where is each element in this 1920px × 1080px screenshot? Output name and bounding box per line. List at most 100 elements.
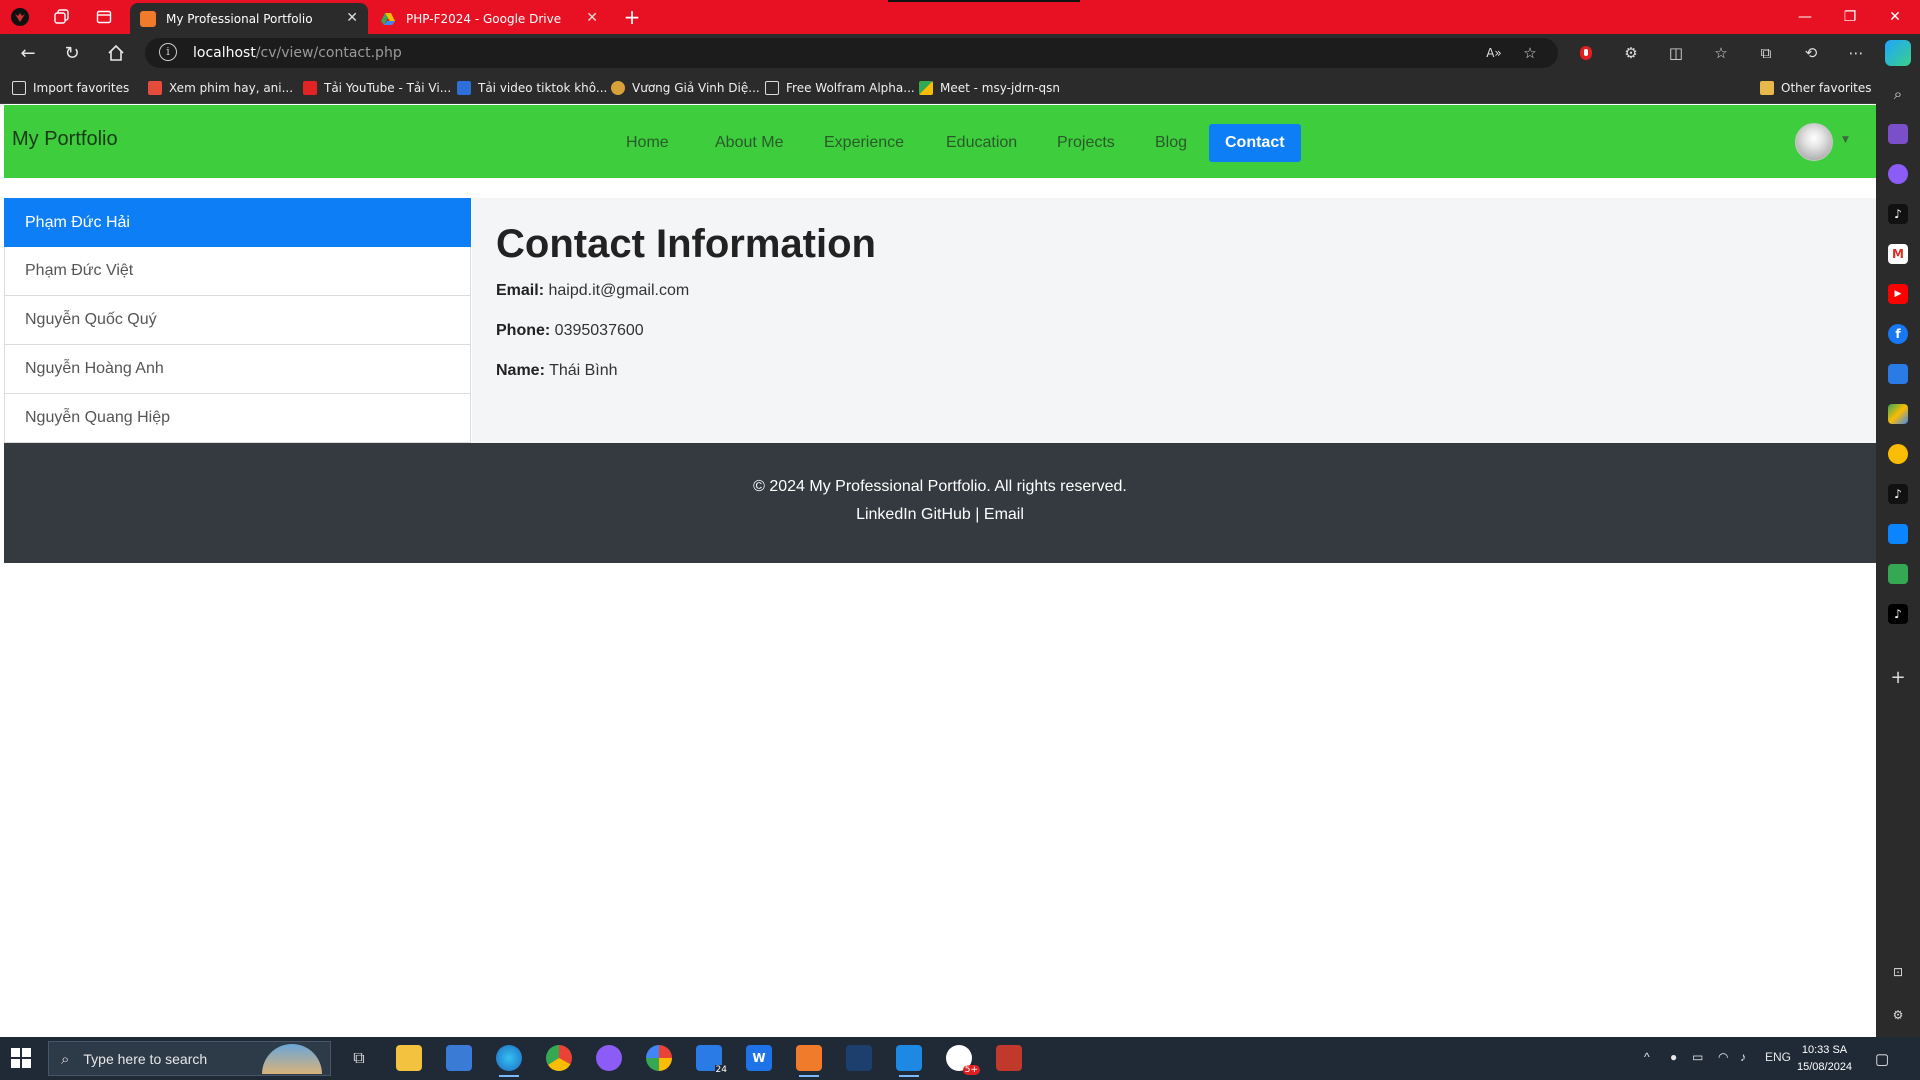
list-item[interactable]: Phạm Đức Việt xyxy=(4,247,471,296)
vscode-icon[interactable] xyxy=(896,1045,922,1077)
volume-icon[interactable]: ♪ xyxy=(1740,1050,1746,1064)
app-red-icon[interactable] xyxy=(996,1045,1022,1071)
windows-start-icon[interactable] xyxy=(10,1047,34,1071)
app-w-icon[interactable]: W xyxy=(746,1045,772,1071)
search-icon[interactable]: ⌕ xyxy=(1888,84,1908,104)
favorite-xem-phim[interactable]: Xem phim hay, ani... xyxy=(148,79,293,97)
taskbar-search-input[interactable]: ⌕ Type here to search xyxy=(48,1041,331,1076)
new-tab-icon[interactable]: + xyxy=(620,5,644,29)
close-tab-icon[interactable]: ✕ xyxy=(586,10,598,26)
people-list: Phạm Đức Hải Phạm Đức Việt Nguyễn Quốc Q… xyxy=(4,198,471,443)
battery-icon[interactable]: ▭ xyxy=(1692,1050,1703,1064)
avatar[interactable] xyxy=(1795,123,1833,161)
restore-icon[interactable]: ❐ xyxy=(1830,4,1870,30)
url-text[interactable]: localhost/cv/view/contact.php xyxy=(193,45,402,61)
chevron-down-icon[interactable]: ▼ xyxy=(1842,135,1849,145)
footer-link-email[interactable]: Email xyxy=(984,506,1024,523)
back-icon[interactable]: ← xyxy=(14,40,42,66)
youtube-icon[interactable]: ▶ xyxy=(1888,284,1908,304)
nav-projects[interactable]: Projects xyxy=(1041,124,1131,162)
favorites-bar: Import favorites Xem phim hay, ani... Tả… xyxy=(0,72,1920,104)
close-tab-icon[interactable]: ✕ xyxy=(346,10,358,26)
close-window-icon[interactable]: ✕ xyxy=(1875,4,1915,30)
other-favorites-folder[interactable]: Other favorites xyxy=(1760,79,1872,97)
tab-google-drive[interactable]: PHP-F2024 - Google Drive ✕ xyxy=(370,3,608,34)
site-footer: © 2024 My Professional Portfolio. All ri… xyxy=(4,443,1876,563)
extension-red-icon[interactable] xyxy=(1575,42,1597,64)
favorite-import-favorites[interactable]: Import favorites xyxy=(12,79,129,97)
site-info-icon[interactable]: i xyxy=(159,43,177,61)
tab-actions-icon[interactable] xyxy=(92,5,116,29)
mail-icon[interactable] xyxy=(1888,524,1908,544)
workspaces-icon[interactable] xyxy=(50,5,74,29)
microphone-icon[interactable]: ● xyxy=(1670,1050,1677,1064)
xampp-icon[interactable] xyxy=(796,1045,822,1077)
extensions-icon[interactable]: ⚙ xyxy=(1620,42,1642,64)
list-item[interactable]: Nguyễn Hoàng Anh xyxy=(4,345,471,394)
tiktok-icon[interactable]: ♪ xyxy=(1888,604,1908,624)
minimize-icon[interactable]: — xyxy=(1785,4,1825,30)
tab-my-professional-portfolio[interactable]: My Professional Portfolio ✕ xyxy=(130,3,368,34)
notifications-icon[interactable]: ▢ xyxy=(1875,1050,1889,1068)
copilot-icon[interactable] xyxy=(1885,40,1911,66)
app-white-icon[interactable]: 5+ xyxy=(946,1045,980,1075)
mail-icon[interactable]: 24 xyxy=(696,1045,728,1075)
favorite-meet[interactable]: Meet - msy-jdrn-qsn xyxy=(919,79,1060,97)
phone-value: 0395037600 xyxy=(554,322,644,339)
list-item[interactable]: Phạm Đức Hải xyxy=(4,198,471,247)
favorite-tai-tiktok[interactable]: Tải video tiktok khô... xyxy=(457,79,607,97)
home-icon[interactable] xyxy=(102,40,130,66)
messenger-icon[interactable] xyxy=(1888,164,1908,184)
nav-blog[interactable]: Blog xyxy=(1139,124,1203,162)
favorite-tai-youtube[interactable]: Tải YouTube - Tải Vi... xyxy=(303,79,451,97)
list-item[interactable]: Nguyễn Quang Hiệp xyxy=(4,394,471,443)
outlook-icon[interactable] xyxy=(1888,364,1908,384)
screenshot-icon[interactable]: ⊡ xyxy=(1888,962,1908,982)
add-sidebar-app-icon[interactable]: + xyxy=(1888,667,1908,688)
app-dark-icon[interactable] xyxy=(846,1045,872,1071)
site-brand[interactable]: My Portfolio xyxy=(12,128,118,151)
taskbar-clock[interactable]: 10:33 SA 15/08/2024 xyxy=(1797,1042,1852,1076)
meet-icon[interactable] xyxy=(1888,564,1908,584)
photos-icon[interactable] xyxy=(1888,444,1908,464)
footer-link-github[interactable]: GitHub xyxy=(921,506,971,523)
app-icon[interactable] xyxy=(446,1045,472,1071)
pinwheel-icon[interactable] xyxy=(646,1045,672,1071)
language-indicator[interactable]: ENG xyxy=(1765,1050,1791,1064)
list-item[interactable]: Nguyễn Quốc Quý xyxy=(4,296,471,345)
sidebar-app-icon[interactable] xyxy=(1888,124,1908,144)
google-drive-icon[interactable] xyxy=(1888,404,1908,424)
history-icon[interactable]: ⟲ xyxy=(1800,42,1822,64)
read-aloud-icon[interactable]: A» xyxy=(1483,42,1505,64)
edge-icon[interactable] xyxy=(496,1045,522,1077)
gmail-icon[interactable]: M xyxy=(1888,244,1908,264)
collections-icon[interactable]: ⧉ xyxy=(1755,42,1777,64)
favorites-icon[interactable]: ☆ xyxy=(1710,42,1732,64)
favorite-star-icon[interactable]: ☆ xyxy=(1519,42,1541,64)
tiktok-icon[interactable]: ♪ xyxy=(1888,484,1908,504)
nav-about-me[interactable]: About Me xyxy=(699,124,799,162)
profile-icon[interactable] xyxy=(8,5,32,29)
more-menu-icon[interactable]: ⋯ xyxy=(1845,42,1867,64)
tiktok-icon[interactable]: ♪ xyxy=(1888,204,1908,224)
refresh-icon[interactable]: ↻ xyxy=(58,40,86,66)
messenger-icon[interactable] xyxy=(596,1045,622,1071)
url-bar[interactable]: i localhost/cv/view/contact.php A» ☆ xyxy=(145,38,1558,68)
chrome-icon[interactable] xyxy=(546,1045,572,1071)
show-hidden-icons[interactable]: ^ xyxy=(1644,1050,1650,1064)
favorite-wolfram[interactable]: Free Wolfram Alpha... xyxy=(765,79,915,97)
nav-home[interactable]: Home xyxy=(610,124,685,162)
facebook-icon[interactable]: f xyxy=(1888,324,1908,344)
nav-contact[interactable]: Contact xyxy=(1209,124,1301,162)
task-view-icon[interactable]: ⧉ xyxy=(346,1045,372,1071)
nav-education[interactable]: Education xyxy=(930,124,1033,162)
nav-experience[interactable]: Experience xyxy=(808,124,920,162)
search-highlight-icon xyxy=(262,1044,322,1074)
wifi-icon[interactable]: ◠ xyxy=(1718,1050,1728,1064)
favorite-vuong-gia[interactable]: Vương Giả Vinh Diệ... xyxy=(611,79,760,97)
footer-link-linkedin[interactable]: LinkedIn xyxy=(856,506,917,523)
sidebar-settings-icon[interactable]: ⚙ xyxy=(1888,1005,1908,1025)
contact-panel: Contact Information Email: haipd.it@gmai… xyxy=(472,198,1876,443)
split-screen-icon[interactable]: ◫ xyxy=(1665,42,1687,64)
file-explorer-icon[interactable] xyxy=(396,1045,422,1071)
